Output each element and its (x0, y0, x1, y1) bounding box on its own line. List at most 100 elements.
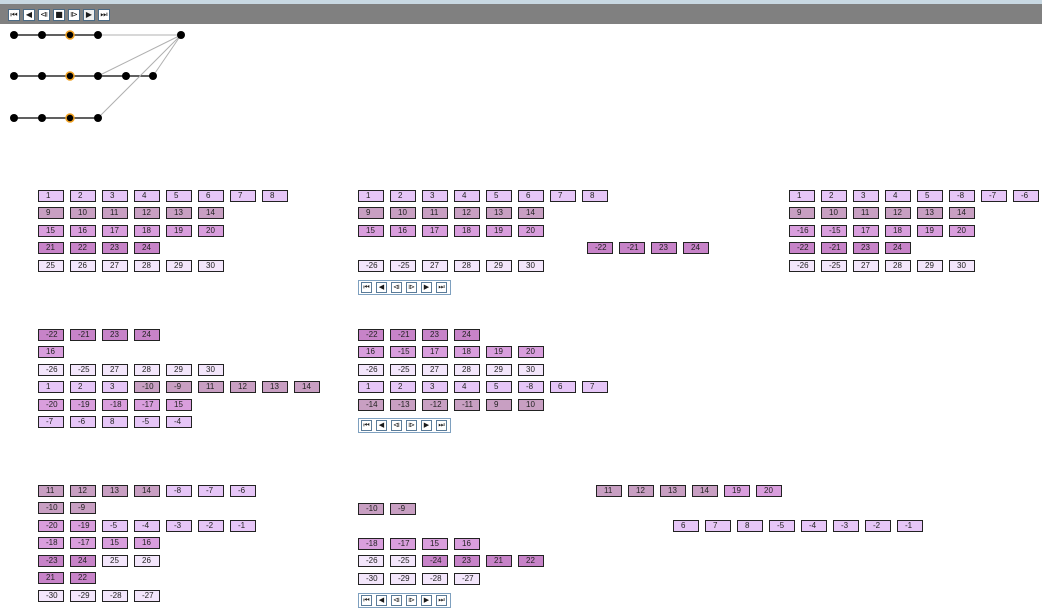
cell-box[interactable]: 27 (102, 364, 128, 376)
cell-box[interactable]: -19 (70, 399, 96, 411)
step-back-icon[interactable]: ⧏ (391, 420, 402, 431)
cell-box[interactable]: 17 (422, 346, 448, 358)
cell-box[interactable]: 24 (683, 242, 709, 254)
cell-box[interactable]: 3 (422, 381, 448, 393)
cell-box[interactable]: -12 (422, 399, 448, 411)
cell-box[interactable]: 28 (454, 260, 480, 272)
cell-box[interactable]: 30 (518, 260, 544, 272)
cell-box[interactable]: 30 (518, 364, 544, 376)
step-forward-icon[interactable]: ⧐ (68, 9, 80, 21)
cell-box[interactable]: 12 (134, 207, 160, 219)
cell-box[interactable]: 11 (198, 381, 224, 393)
cell-box[interactable]: -8 (949, 190, 975, 202)
cell-box[interactable]: 9 (38, 207, 64, 219)
next-icon[interactable]: ▶ (421, 282, 432, 293)
cell-box[interactable]: 12 (628, 485, 654, 497)
cell-box[interactable]: -2 (865, 520, 891, 532)
cell-box[interactable]: -23 (38, 555, 64, 567)
cell-box[interactable]: 21 (486, 555, 512, 567)
cell-box[interactable]: -15 (390, 346, 416, 358)
cell-box[interactable]: -9 (70, 502, 96, 514)
cell-box[interactable]: -10 (358, 503, 384, 515)
cell-box[interactable]: -15 (821, 225, 847, 237)
cell-box[interactable]: -26 (789, 260, 815, 272)
cell-box[interactable]: -25 (390, 260, 416, 272)
cell-box[interactable]: 10 (518, 399, 544, 411)
cell-box[interactable]: -5 (134, 416, 160, 428)
cell-box[interactable]: -5 (769, 520, 795, 532)
cell-box[interactable]: -7 (198, 485, 224, 497)
cell-box[interactable]: -21 (70, 329, 96, 341)
cell-box[interactable]: 6 (518, 190, 544, 202)
cell-box[interactable]: 23 (102, 242, 128, 254)
cell-box[interactable]: 1 (358, 190, 384, 202)
first-frame-icon[interactable]: ⏮ (8, 9, 20, 21)
cell-box[interactable]: 11 (38, 485, 64, 497)
cell-box[interactable]: 1 (789, 190, 815, 202)
cell-box[interactable]: -22 (789, 242, 815, 254)
cell-box[interactable]: 12 (70, 485, 96, 497)
cell-box[interactable]: 10 (70, 207, 96, 219)
stop-icon[interactable]: ■ (53, 9, 65, 21)
cell-box[interactable]: 10 (821, 207, 847, 219)
cell-box[interactable]: 14 (198, 207, 224, 219)
cell-box[interactable]: 4 (454, 190, 480, 202)
cell-box[interactable]: 21 (38, 572, 64, 584)
cell-box[interactable]: 14 (692, 485, 718, 497)
cell-box[interactable]: 12 (454, 207, 480, 219)
cell-box[interactable]: -14 (358, 399, 384, 411)
cell-box[interactable]: -9 (166, 381, 192, 393)
cell-box[interactable]: -7 (38, 416, 64, 428)
cell-box[interactable]: 1 (358, 381, 384, 393)
cell-box[interactable]: 30 (198, 260, 224, 272)
next-icon[interactable]: ▶ (421, 420, 432, 431)
cell-box[interactable]: 15 (102, 537, 128, 549)
last-icon[interactable]: ⏭ (436, 282, 447, 293)
cell-box[interactable]: 7 (550, 190, 576, 202)
cell-box[interactable]: 4 (885, 190, 911, 202)
cell-box[interactable]: -26 (358, 555, 384, 567)
cell-box[interactable]: 11 (422, 207, 448, 219)
cell-box[interactable]: 23 (102, 329, 128, 341)
cell-box[interactable]: 19 (724, 485, 750, 497)
cell-box[interactable]: -25 (390, 364, 416, 376)
cell-box[interactable]: -25 (390, 555, 416, 567)
cell-box[interactable]: -19 (70, 520, 96, 532)
cell-box[interactable]: 15 (166, 399, 192, 411)
cell-box[interactable]: -24 (422, 555, 448, 567)
cell-box[interactable]: 12 (885, 207, 911, 219)
cell-box[interactable]: 15 (358, 225, 384, 237)
cell-box[interactable]: 16 (70, 225, 96, 237)
last-icon[interactable]: ⏭ (436, 420, 447, 431)
cell-box[interactable]: 25 (38, 260, 64, 272)
cell-box[interactable]: 27 (422, 260, 448, 272)
cell-box[interactable]: 17 (102, 225, 128, 237)
cell-box[interactable]: 16 (38, 346, 64, 358)
cell-box[interactable]: -28 (102, 590, 128, 602)
cell-box[interactable]: -22 (587, 242, 613, 254)
cell-box[interactable]: 23 (454, 555, 480, 567)
cell-box[interactable]: -27 (134, 590, 160, 602)
cell-box[interactable]: 19 (166, 225, 192, 237)
cell-box[interactable]: -4 (134, 520, 160, 532)
cell-box[interactable]: 27 (853, 260, 879, 272)
step-forward-icon[interactable]: ⧐ (406, 595, 417, 606)
cell-box[interactable]: 13 (262, 381, 288, 393)
last-frame-icon[interactable]: ⏭ (98, 9, 110, 21)
cell-box[interactable]: 18 (134, 225, 160, 237)
cell-box[interactable]: 14 (518, 207, 544, 219)
cell-box[interactable]: 1 (38, 190, 64, 202)
step-back-icon[interactable]: ⧏ (391, 595, 402, 606)
cell-box[interactable]: -30 (38, 590, 64, 602)
prev-frame-icon[interactable]: ◀ (23, 9, 35, 21)
cell-box[interactable]: 8 (262, 190, 288, 202)
cell-box[interactable]: -17 (134, 399, 160, 411)
cell-box[interactable]: 3 (102, 190, 128, 202)
cell-box[interactable]: -1 (230, 520, 256, 532)
step-back-icon[interactable]: ⧏ (391, 282, 402, 293)
cell-box[interactable]: 23 (853, 242, 879, 254)
cell-box[interactable]: 14 (134, 485, 160, 497)
cell-box[interactable]: -22 (38, 329, 64, 341)
cell-box[interactable]: 17 (853, 225, 879, 237)
cell-box[interactable]: 2 (390, 381, 416, 393)
